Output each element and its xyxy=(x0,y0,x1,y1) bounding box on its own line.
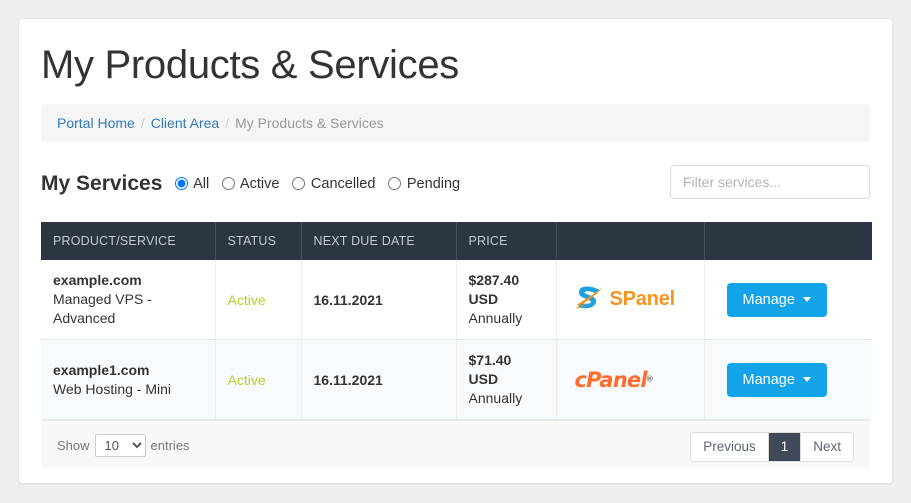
chevron-down-icon xyxy=(802,377,811,382)
status-filter-group: All Active Cancelled Pending xyxy=(174,165,468,203)
table-body: example.com Managed VPS - Advanced Activ… xyxy=(41,260,872,420)
breadcrumb: Portal Home / Client Area / My Products & Se… xyxy=(41,104,870,142)
product-description: Managed VPS - Advanced xyxy=(53,291,152,326)
status-badge: Active xyxy=(227,291,266,308)
column-header-price[interactable]: PRICE xyxy=(456,222,557,260)
status-filter-all-radio[interactable] xyxy=(174,177,188,190)
manage-button-label: Manage xyxy=(742,291,795,308)
pagination-page-1[interactable]: 1 xyxy=(768,433,802,461)
breadcrumb-separator: / xyxy=(225,115,230,131)
cell-product-service: example1.com Web Hosting - Mini xyxy=(41,339,216,420)
status-filter-cancelled-label: Cancelled xyxy=(310,176,376,192)
services-controls: My Services All Active Cancelled Pending xyxy=(41,165,870,205)
next-due-date: 16.11.2021 xyxy=(313,291,383,308)
table-footer: Show 10 25 50 100 entries Previous 1 Nex… xyxy=(41,420,870,468)
status-filter-all[interactable]: All xyxy=(174,165,210,203)
column-header-product-service[interactable]: PRODUCT/SERVICE xyxy=(41,222,216,260)
search-input[interactable] xyxy=(670,165,870,199)
column-header-control-panel xyxy=(556,222,705,260)
breadcrumb-separator: / xyxy=(140,115,145,131)
cell-price: $71.40 USD Annually xyxy=(456,339,557,420)
cpanel-logo-icon: cPanel® xyxy=(575,368,653,392)
price-billing-cycle: Annually xyxy=(468,310,523,326)
status-filter-active-label: Active xyxy=(239,176,280,192)
column-header-status[interactable]: STATUS xyxy=(215,222,302,260)
pagination: Previous 1 Next xyxy=(690,432,854,462)
manage-button-label: Manage xyxy=(742,371,795,388)
spanel-logo-icon xyxy=(575,285,603,314)
column-header-actions xyxy=(704,222,872,260)
status-filter-active[interactable]: Active xyxy=(221,165,280,203)
manage-button[interactable]: Manage xyxy=(726,282,827,317)
status-filter-cancelled[interactable]: Cancelled xyxy=(291,165,376,203)
cell-price: $287.40 USD Annually xyxy=(456,260,557,340)
table-row[interactable]: example.com Managed VPS - Advanced Activ… xyxy=(41,260,872,340)
status-filter-pending-radio[interactable] xyxy=(387,177,401,190)
product-description: Web Hosting - Mini xyxy=(53,380,172,397)
price-billing-cycle: Annually xyxy=(468,390,523,406)
column-header-next-due-date[interactable]: NEXT DUE DATE xyxy=(301,222,457,260)
chevron-down-icon xyxy=(802,297,811,302)
status-filter-all-label: All xyxy=(193,176,210,192)
cell-control-panel: cPanel® xyxy=(556,339,705,420)
main-card: My Products & Services Portal Home / Clien… xyxy=(18,18,893,484)
manage-button[interactable]: Manage xyxy=(726,362,827,397)
cell-status: Active xyxy=(215,260,302,340)
breadcrumb-item-portal-home[interactable]: Portal Home xyxy=(57,115,135,131)
services-heading: My Services xyxy=(41,172,163,195)
price-amount: $287.40 USD xyxy=(468,272,520,307)
page-length-control: Show 10 25 50 100 entries xyxy=(57,434,190,457)
table-header-row: PRODUCT/SERVICE STATUS NEXT DUE DATE PRI… xyxy=(41,222,872,260)
cell-actions: Manage xyxy=(704,339,872,420)
page-title: My Products & Services xyxy=(41,43,459,87)
page-length-select[interactable]: 10 25 50 100 xyxy=(94,434,146,457)
registered-mark: ® xyxy=(646,373,653,383)
status-filter-pending[interactable]: Pending xyxy=(387,165,461,203)
breadcrumb-item-client-area[interactable]: Client Area xyxy=(151,115,219,131)
status-filter-pending-label: Pending xyxy=(406,176,461,192)
cell-next-due-date: 16.11.2021 xyxy=(301,339,457,420)
entries-label: entries xyxy=(150,438,190,453)
status-filter-cancelled-radio[interactable] xyxy=(291,177,305,190)
cell-control-panel: SPanel xyxy=(556,260,705,340)
pagination-previous[interactable]: Previous xyxy=(691,433,769,461)
product-domain: example.com xyxy=(53,272,142,288)
table-head: PRODUCT/SERVICE STATUS NEXT DUE DATE PRI… xyxy=(41,222,872,260)
status-badge: Active xyxy=(227,371,266,388)
spanel-logo-text: SPanel xyxy=(609,288,676,310)
table-row[interactable]: example1.com Web Hosting - Mini Active 1… xyxy=(41,339,872,420)
price-amount: $71.40 USD xyxy=(468,352,512,387)
status-filter-active-radio[interactable] xyxy=(221,177,235,190)
next-due-date: 16.11.2021 xyxy=(313,371,383,388)
cpanel-logo-text: cPanel xyxy=(574,367,648,392)
services-table: PRODUCT/SERVICE STATUS NEXT DUE DATE PRI… xyxy=(41,222,872,420)
pagination-next[interactable]: Next xyxy=(801,433,853,461)
cell-product-service: example.com Managed VPS - Advanced xyxy=(41,260,216,340)
spanel-logo: SPanel xyxy=(575,285,692,314)
cell-next-due-date: 16.11.2021 xyxy=(301,260,457,340)
cell-status: Active xyxy=(215,339,302,420)
product-domain: example1.com xyxy=(53,361,150,378)
breadcrumb-item-current: My Products & Services xyxy=(235,115,384,131)
cell-actions: Manage xyxy=(704,260,872,340)
card-body: My Products & Services Portal Home / Clien… xyxy=(19,19,892,468)
show-label: Show xyxy=(57,438,90,453)
